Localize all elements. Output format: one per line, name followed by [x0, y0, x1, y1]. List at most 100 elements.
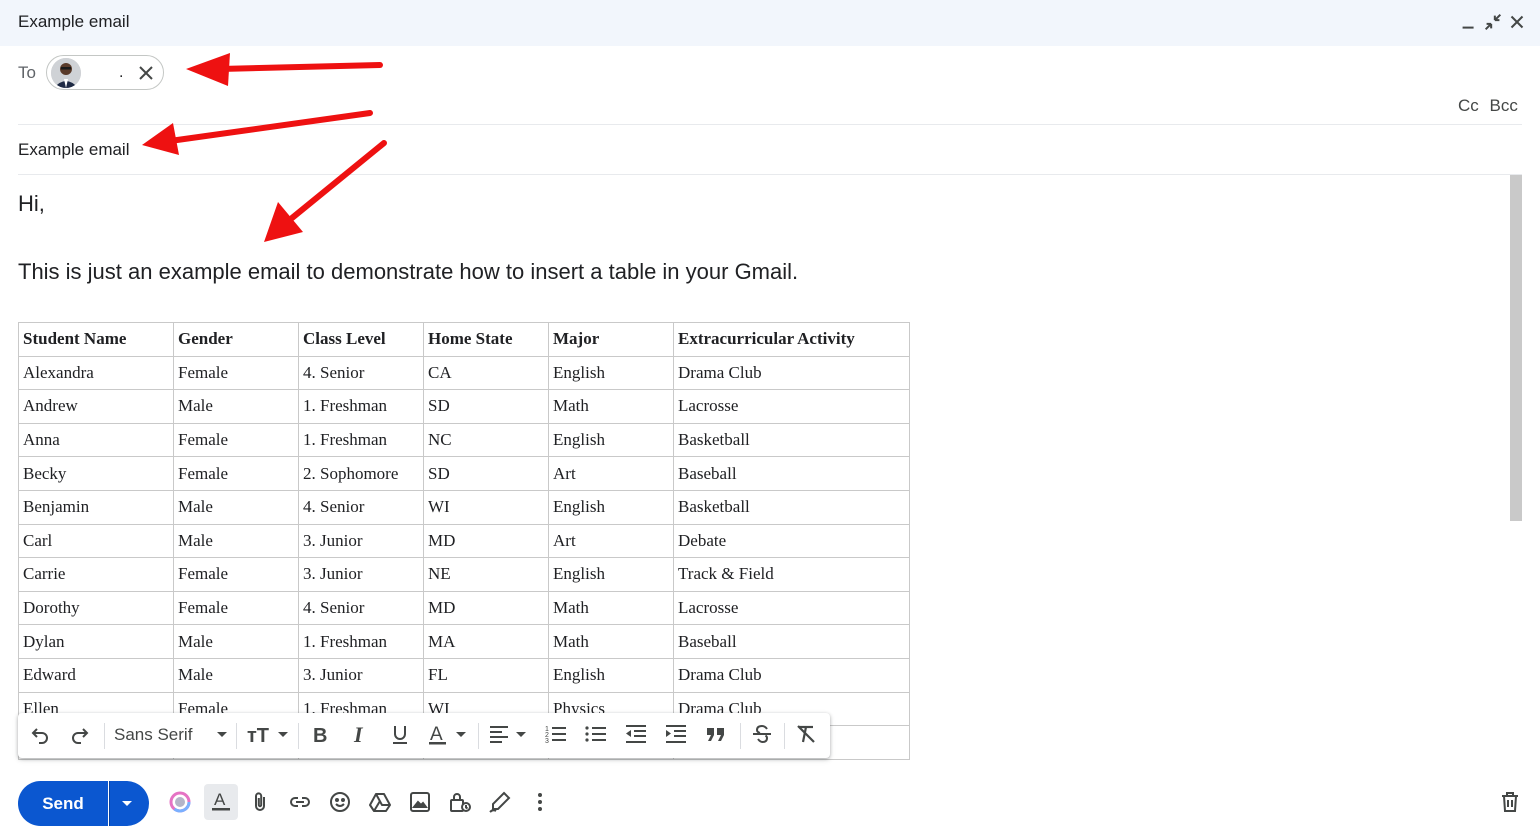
cc-link[interactable]: Cc [1458, 96, 1479, 115]
header-cell[interactable]: Gender [173, 322, 299, 357]
table-cell[interactable]: Female [173, 590, 299, 626]
table-cell[interactable]: Drama Club [673, 355, 910, 391]
italic-icon[interactable]: I [348, 722, 372, 750]
table-cell[interactable]: Drama Club [673, 657, 910, 693]
table-cell[interactable]: MD [423, 523, 549, 559]
quote-icon[interactable] [704, 722, 728, 750]
underline-icon[interactable] [388, 722, 412, 750]
header-cell[interactable]: Extracurricular Activity [673, 322, 910, 357]
table-cell[interactable]: 1. Freshman [298, 422, 424, 458]
table-cell[interactable]: Edward [18, 657, 174, 693]
table-cell[interactable]: MA [423, 624, 549, 659]
header-cell[interactable]: Student Name [18, 322, 174, 357]
ai-writing-icon[interactable] [168, 790, 194, 816]
table-cell[interactable]: CA [423, 355, 549, 391]
redo-icon[interactable] [68, 722, 92, 750]
table-cell[interactable]: MD [423, 590, 549, 626]
table-cell[interactable]: Andrew [18, 389, 174, 424]
header-cell[interactable]: Home State [423, 322, 549, 357]
table-cell[interactable]: Male [173, 489, 299, 525]
minimize-icon[interactable] [1458, 11, 1480, 33]
table-cell[interactable]: Male [173, 624, 299, 659]
insert-link-icon[interactable] [288, 790, 314, 816]
table-cell[interactable]: Male [173, 657, 299, 693]
font-select[interactable]: Sans Serif [114, 725, 192, 745]
table-cell[interactable]: Math [548, 590, 674, 626]
table-cell[interactable]: 4. Senior [298, 590, 424, 626]
table-cell[interactable]: Female [173, 456, 299, 491]
table-cell[interactable]: Basketball [673, 489, 910, 525]
table-cell[interactable]: Basketball [673, 422, 910, 458]
send-options-button[interactable] [109, 781, 149, 826]
align-icon[interactable] [488, 722, 532, 750]
table-cell[interactable]: Carl [18, 523, 174, 559]
table-cell[interactable]: 2. Sophomore [298, 456, 424, 491]
remove-formatting-icon[interactable] [794, 722, 818, 750]
signature-icon[interactable] [488, 790, 514, 816]
table-cell[interactable]: Male [173, 523, 299, 559]
table-cell[interactable]: Art [548, 456, 674, 491]
google-drive-icon[interactable] [368, 790, 394, 816]
table-cell[interactable]: Math [548, 624, 674, 659]
remove-recipient-icon[interactable] [135, 62, 157, 84]
indent-more-icon[interactable] [664, 722, 688, 750]
table-cell[interactable]: Carrie [18, 557, 174, 592]
table-cell[interactable]: Female [173, 355, 299, 391]
table-cell[interactable]: English [548, 657, 674, 693]
header-cell[interactable]: Major [548, 322, 674, 357]
recipient-chip[interactable]: . [46, 55, 164, 90]
table-cell[interactable]: 1. Freshman [298, 389, 424, 424]
header-cell[interactable]: Class Level [298, 322, 424, 357]
font-size-icon[interactable]: тT [246, 722, 292, 750]
to-row[interactable]: To . [0, 46, 1540, 98]
table-cell[interactable]: SD [423, 389, 549, 424]
table-cell[interactable]: Lacrosse [673, 590, 910, 626]
table-cell[interactable]: 1. Freshman [298, 624, 424, 659]
table-cell[interactable]: Debate [673, 523, 910, 559]
exit-fullscreen-icon[interactable] [1482, 11, 1504, 33]
table-cell[interactable]: Art [548, 523, 674, 559]
table-cell[interactable]: Benjamin [18, 489, 174, 525]
table-cell[interactable]: 4. Senior [298, 489, 424, 525]
table-cell[interactable]: Alexandra [18, 355, 174, 391]
numbered-list-icon[interactable]: 123 [544, 722, 568, 750]
table-cell[interactable]: Lacrosse [673, 389, 910, 424]
table-cell[interactable]: NE [423, 557, 549, 592]
table-cell[interactable]: English [548, 489, 674, 525]
table-cell[interactable]: 3. Junior [298, 657, 424, 693]
indent-less-icon[interactable] [624, 722, 648, 750]
table-cell[interactable]: Female [173, 422, 299, 458]
table-cell[interactable]: Baseball [673, 456, 910, 491]
formatting-options-icon[interactable]: A [204, 784, 238, 820]
students-table[interactable]: Student Name Gender Class Level Home Sta… [18, 322, 910, 760]
table-cell[interactable]: English [548, 355, 674, 391]
table-cell[interactable]: English [548, 557, 674, 592]
table-cell[interactable]: Track & Field [673, 557, 910, 592]
send-button[interactable]: Send [18, 781, 108, 826]
table-cell[interactable]: Male [173, 389, 299, 424]
table-cell[interactable]: Anna [18, 422, 174, 458]
emoji-icon[interactable] [328, 790, 354, 816]
insert-photo-icon[interactable] [408, 790, 434, 816]
table-cell[interactable]: Dylan [18, 624, 174, 659]
subject-field[interactable]: Example email [18, 140, 130, 160]
table-cell[interactable]: SD [423, 456, 549, 491]
bcc-link[interactable]: Bcc [1490, 96, 1518, 115]
text-color-icon[interactable]: A [428, 722, 472, 750]
table-cell[interactable]: Becky [18, 456, 174, 491]
confidential-mode-icon[interactable] [448, 790, 474, 816]
trash-icon[interactable] [1498, 790, 1524, 816]
attach-file-icon[interactable] [248, 790, 274, 816]
table-cell[interactable]: 4. Senior [298, 355, 424, 391]
table-cell[interactable]: English [548, 422, 674, 458]
chevron-down-icon[interactable] [210, 722, 234, 750]
body-paragraph[interactable]: This is just an example email to demonst… [18, 259, 798, 285]
compose-title-bar[interactable]: Example email [0, 0, 1540, 46]
table-cell[interactable]: Math [548, 389, 674, 424]
scrollbar-thumb[interactable] [1510, 175, 1522, 521]
bold-icon[interactable]: B [308, 722, 332, 750]
strikethrough-icon[interactable] [750, 722, 774, 750]
body-greeting[interactable]: Hi, [18, 191, 45, 217]
table-cell[interactable]: 3. Junior [298, 557, 424, 592]
table-cell[interactable]: Female [173, 557, 299, 592]
